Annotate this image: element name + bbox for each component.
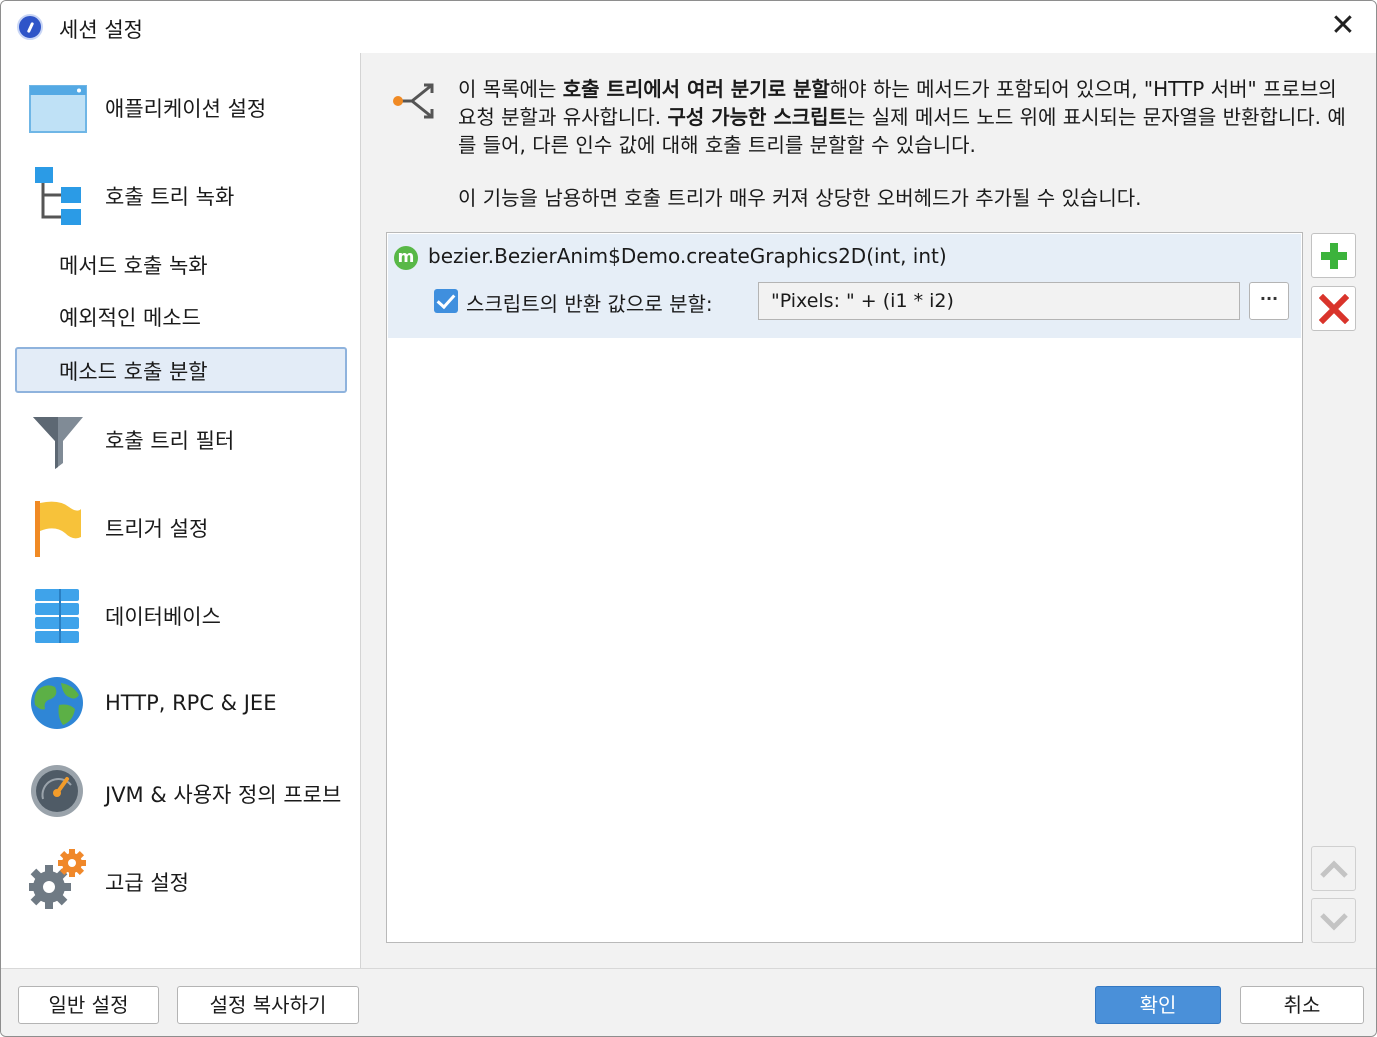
- script-expression-field[interactable]: "Pixels: " + (i1 * i2): [758, 282, 1240, 320]
- application-window-icon: [29, 85, 87, 133]
- database-icon: [35, 589, 79, 643]
- overhead-warning-text: 이 기능을 남용하면 호출 트리가 매우 커져 상당한 오버헤드가 추가될 수 …: [458, 186, 1142, 210]
- title-bar: 세션 설정 ✕: [1, 1, 1376, 53]
- sidebar-item-jvm-custom-probes[interactable]: JVM & 사용자 정의 프로브: [1, 755, 359, 825]
- settings-sidebar: 애플리케이션 설정 호출 트리 녹화 메서드 호출 녹화 예외적인 메소드 메소…: [1, 53, 361, 968]
- sidebar-item-label: 트리거 설정: [105, 517, 209, 541]
- sidebar-item-label: 고급 설정: [105, 871, 189, 895]
- call-tree-icon: [35, 167, 81, 225]
- edit-script-button[interactable]: ···: [1249, 282, 1289, 320]
- gauge-icon: [31, 765, 83, 817]
- app-logo-icon: [17, 14, 43, 40]
- split-methods-panel: 이 목록에는 호출 트리에서 여러 분기로 분할해야 하는 메서드가 포함되어 …: [362, 53, 1376, 968]
- sidebar-item-label: 애플리케이션 설정: [105, 97, 267, 121]
- session-settings-dialog: 세션 설정 ✕ 애플리케이션 설정 호출 트리 녹화 메서드 호출 녹화 예외적…: [0, 0, 1377, 1037]
- move-down-button[interactable]: [1311, 898, 1356, 943]
- method-signature: bezier.BezierAnim$Demo.createGraphics2D(…: [428, 244, 947, 268]
- list-item[interactable]: m bezier.BezierAnim$Demo.createGraphics2…: [388, 234, 1301, 338]
- sidebar-item-trigger-settings[interactable]: 트리거 설정: [1, 491, 359, 561]
- delete-icon: [1319, 294, 1349, 324]
- close-button[interactable]: ✕: [1324, 9, 1362, 45]
- window-title: 세션 설정: [59, 18, 143, 42]
- funnel-icon: [33, 417, 83, 469]
- split-by-script-label: 스크립트의 반환 값으로 분할:: [466, 292, 713, 316]
- description-text: 이 목록에는 호출 트리에서 여러 분기로 분할해야 하는 메서드가 포함되어 …: [458, 77, 1346, 157]
- sidebar-item-label: 예외적인 메소드: [59, 306, 201, 330]
- split-branch-icon: [393, 83, 434, 119]
- ok-button[interactable]: 확인: [1095, 986, 1221, 1024]
- cancel-button[interactable]: 취소: [1240, 986, 1364, 1024]
- general-settings-button[interactable]: 일반 설정: [18, 986, 159, 1024]
- sidebar-item-label: 데이터베이스: [105, 605, 221, 629]
- sidebar-item-label: 메서드 호출 녹화: [59, 254, 208, 278]
- sidebar-item-advanced-settings[interactable]: 고급 설정: [1, 843, 359, 913]
- sidebar-item-application-settings[interactable]: 애플리케이션 설정: [1, 71, 359, 141]
- remove-method-button[interactable]: [1311, 286, 1356, 331]
- sidebar-item-http-rpc-jee[interactable]: HTTP, RPC & JEE: [1, 667, 359, 737]
- sidebar-item-call-tree-recording[interactable]: 호출 트리 녹화: [1, 159, 359, 229]
- split-by-script-checkbox[interactable]: [434, 289, 458, 313]
- sidebar-item-label: JVM & 사용자 정의 프로브: [105, 783, 342, 807]
- chevron-up-icon: [1320, 860, 1348, 878]
- copy-settings-button[interactable]: 설정 복사하기: [177, 986, 359, 1024]
- globe-icon: [31, 677, 83, 729]
- add-method-button[interactable]: [1311, 233, 1356, 278]
- sidebar-item-label: 호출 트리 필터: [105, 429, 235, 453]
- sidebar-item-databases[interactable]: 데이터베이스: [1, 579, 359, 649]
- dialog-footer: 일반 설정 설정 복사하기 확인 취소: [1, 968, 1376, 1036]
- sidebar-item-call-tree-filters[interactable]: 호출 트리 필터: [1, 403, 359, 473]
- sidebar-item-label: 호출 트리 녹화: [105, 185, 235, 209]
- method-icon: m: [394, 246, 418, 270]
- sidebar-item-label: HTTP, RPC & JEE: [105, 691, 277, 715]
- split-methods-list[interactable]: m bezier.BezierAnim$Demo.createGraphics2…: [386, 232, 1303, 943]
- chevron-down-icon: [1320, 913, 1348, 931]
- sidebar-item-exceptional-methods[interactable]: 예외적인 메소드: [15, 293, 347, 339]
- sidebar-item-label: 메소드 호출 분할: [59, 360, 208, 384]
- sidebar-item-method-call-recording[interactable]: 메서드 호출 녹화: [15, 241, 347, 287]
- plus-icon: [1321, 243, 1347, 269]
- flag-icon: [35, 501, 81, 557]
- sidebar-item-split-methods[interactable]: 메소드 호출 분할: [15, 347, 347, 393]
- move-up-button[interactable]: [1311, 846, 1356, 891]
- gears-icon: [29, 849, 86, 909]
